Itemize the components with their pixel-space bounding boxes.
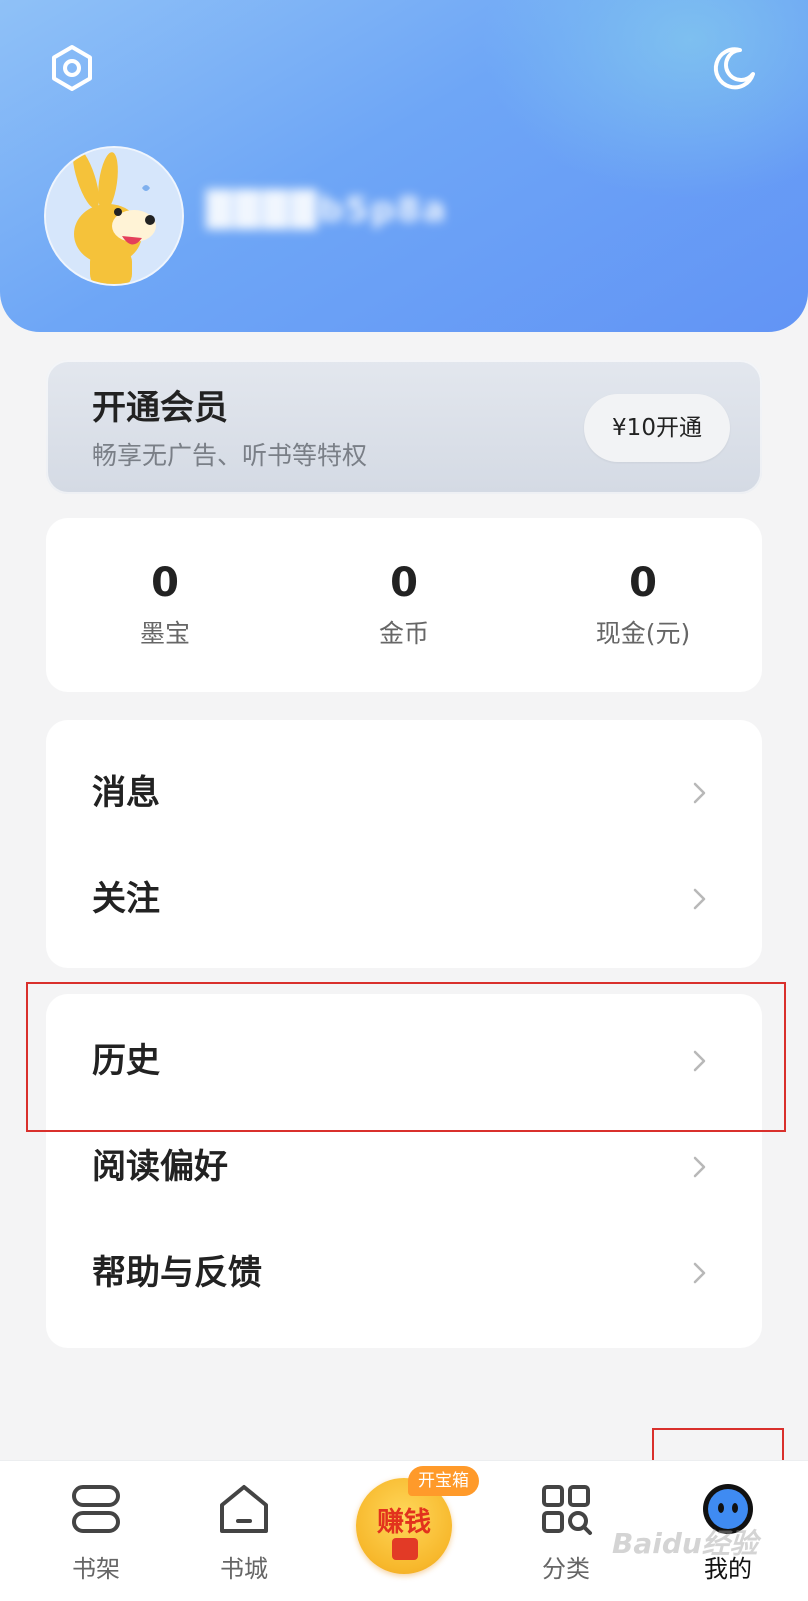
stat-mobao[interactable]: 0 墨宝: [46, 560, 284, 650]
tab-bookshelf[interactable]: 书架: [36, 1461, 156, 1601]
tab-label: 书架: [72, 1555, 120, 1583]
stat-cash[interactable]: 0 现金(元): [524, 560, 762, 650]
stats-card: 0 墨宝 0 金币 0 现金(元): [46, 518, 762, 692]
watermark: Baidu经验: [612, 1527, 758, 1560]
stat-value: 0: [629, 560, 657, 606]
tab-bookstore[interactable]: 书城: [184, 1461, 304, 1601]
menu-item-label: 消息: [92, 773, 160, 813]
stat-value: 0: [390, 560, 418, 606]
menu-item-label: 关注: [92, 879, 160, 919]
menu-item-help-feedback[interactable]: 帮助与反馈: [46, 1220, 762, 1326]
earn-label: 赚钱: [377, 1507, 431, 1538]
highlight-box-history: [26, 982, 786, 1132]
stat-coins[interactable]: 0 金币: [285, 560, 523, 650]
stat-value: 0: [151, 560, 179, 606]
chevron-right-icon: [693, 1156, 706, 1178]
treasure-box-badge[interactable]: 开宝箱: [408, 1466, 479, 1496]
red-envelope-icon: [392, 1538, 418, 1560]
category-grid-icon: [542, 1485, 592, 1535]
moon-icon[interactable]: [704, 38, 764, 98]
vip-subtitle: 畅享无广告、听书等特权: [92, 441, 368, 470]
tab-label: 书城: [220, 1555, 268, 1583]
username: ████b5p8a: [206, 190, 448, 230]
menu-item-follow[interactable]: 关注: [46, 846, 762, 952]
chevron-right-icon: [693, 782, 706, 804]
vip-card[interactable]: 开通会员 畅享无广告、听书等特权 ¥10开通: [46, 360, 762, 494]
profile-header: ████b5p8a: [0, 0, 808, 332]
chevron-right-icon: [693, 888, 706, 910]
settings-icon[interactable]: [42, 38, 102, 98]
chevron-right-icon: [693, 1262, 706, 1284]
avatar[interactable]: [44, 146, 184, 286]
stat-label: 墨宝: [139, 619, 190, 648]
tab-category[interactable]: 分类: [506, 1461, 626, 1601]
stat-label: 金币: [378, 619, 429, 648]
bookshelf-icon: [72, 1485, 120, 1533]
menu-item-label: 帮助与反馈: [92, 1253, 262, 1293]
menu-item-messages[interactable]: 消息: [46, 740, 762, 846]
menu-card-social: 消息 关注: [46, 720, 762, 968]
menu-item-label: 阅读偏好: [92, 1147, 228, 1187]
home-icon: [220, 1485, 268, 1533]
vip-open-button[interactable]: ¥10开通: [584, 394, 730, 462]
stat-label: 现金(元): [595, 619, 691, 648]
vip-title: 开通会员: [92, 388, 228, 428]
tab-label: 分类: [542, 1555, 590, 1583]
